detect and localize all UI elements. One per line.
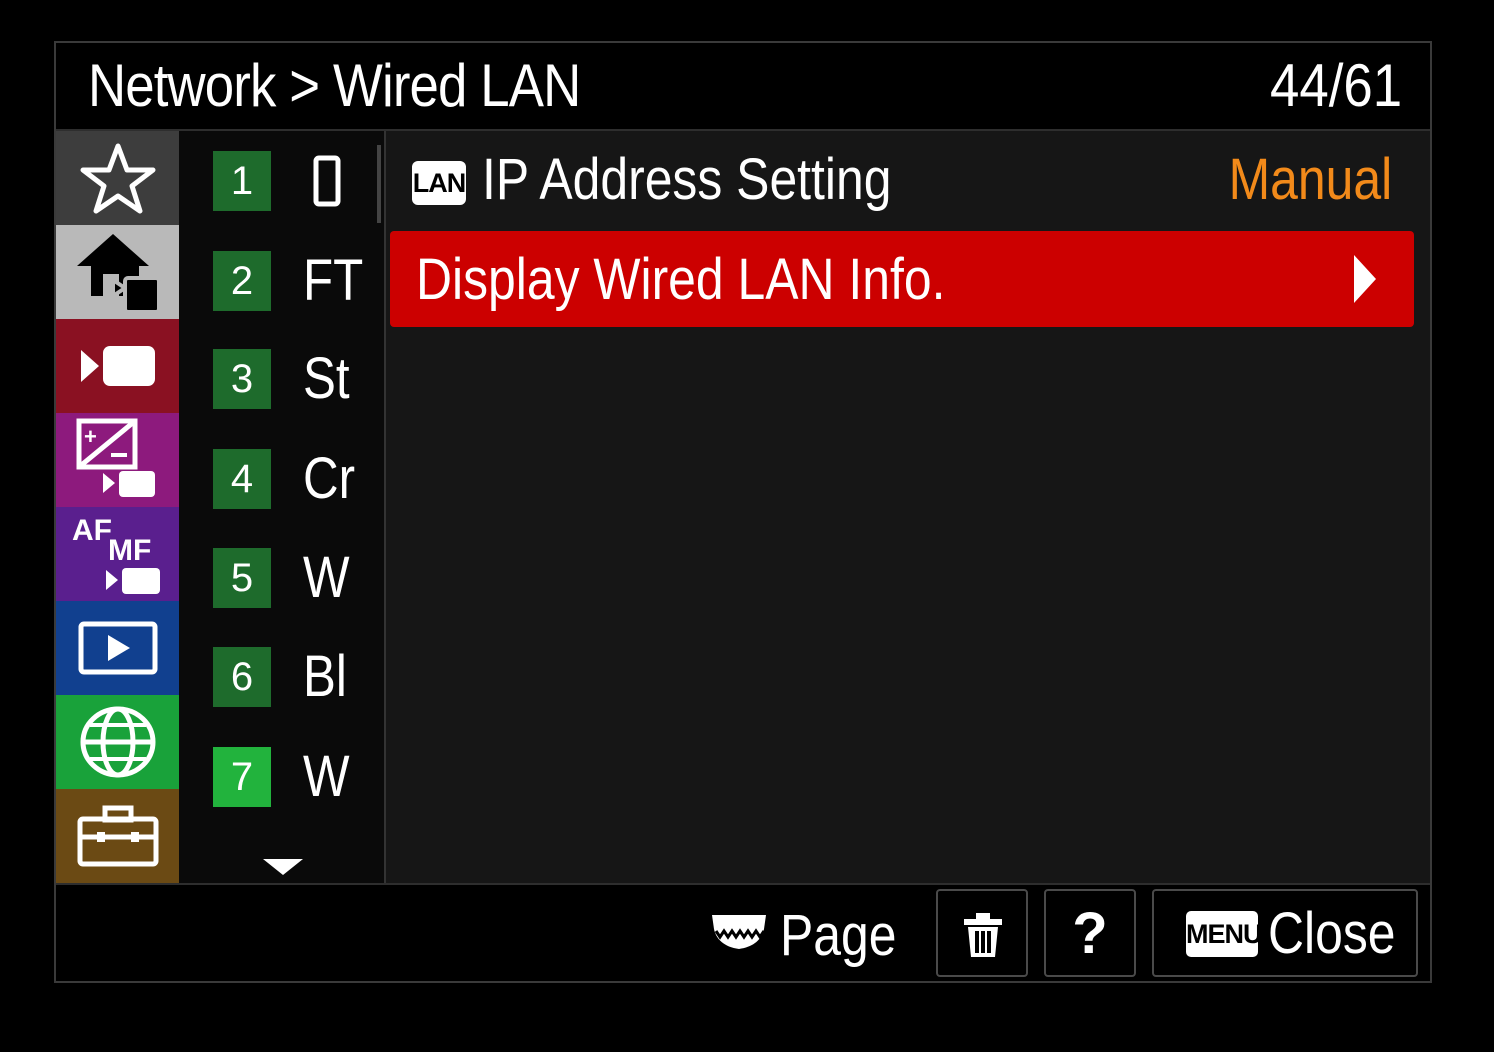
- menu-header: Network > Wired LAN 44/61: [56, 43, 1430, 131]
- category-shooting[interactable]: [56, 319, 179, 413]
- svg-text:MF: MF: [108, 534, 151, 567]
- globe-network-icon: [80, 706, 155, 778]
- page-abbreviation: Bl: [303, 644, 347, 709]
- page-number: 6: [213, 647, 271, 707]
- page-number: 4: [213, 449, 271, 509]
- page-number: 5: [213, 548, 271, 608]
- delete-button[interactable]: [936, 889, 1028, 977]
- menu-items-panel: LAN IP Address Setting Manual Display Wi…: [386, 131, 1430, 883]
- page-tab-3[interactable]: 3 St: [213, 346, 373, 411]
- svg-text:AF: AF: [72, 514, 112, 547]
- category-network[interactable]: [56, 695, 179, 789]
- exposure-movie-icon: +: [76, 418, 155, 497]
- page-tab-5[interactable]: 5 W: [213, 545, 373, 610]
- page-tab-7[interactable]: 7 W: [213, 744, 373, 809]
- page-counter: 44/61: [1269, 52, 1402, 119]
- page-number: 2: [213, 251, 271, 311]
- toolbox-icon: [77, 805, 158, 867]
- breadcrumb: Network > Wired LAN: [88, 52, 581, 119]
- category-main[interactable]: [56, 225, 179, 319]
- page-tab-4[interactable]: 4 Cr: [213, 446, 373, 511]
- page-hint-label: Page: [780, 903, 897, 968]
- help-button[interactable]: ?: [1044, 889, 1136, 977]
- scrollbar[interactable]: [377, 145, 381, 223]
- page-tab-6[interactable]: 6 Bl: [213, 644, 373, 709]
- category-my-menu[interactable]: [56, 131, 179, 225]
- category-tabs: + AF MF: [56, 131, 179, 883]
- page-abbreviation: FT: [303, 248, 364, 313]
- menu-item-ip-address-setting[interactable]: LAN IP Address Setting Manual: [390, 133, 1414, 229]
- movie-camera-icon: [80, 346, 155, 386]
- page-tab-2[interactable]: 2 FT: [213, 248, 373, 313]
- menu-item-label: IP Address Setting: [482, 147, 892, 212]
- category-exposure-color[interactable]: +: [56, 413, 179, 507]
- dial-icon: [712, 915, 766, 949]
- menu-key-icon: MENU: [1186, 911, 1263, 957]
- menu-item-label: Display Wired LAN Info.: [416, 247, 946, 312]
- page-tab-1[interactable]: 1: [213, 151, 373, 211]
- menu-footer: Page ? MENU Close: [56, 883, 1430, 983]
- category-setup[interactable]: [56, 789, 179, 883]
- home-movie-icon: [76, 234, 161, 314]
- lan-icon: LAN: [412, 161, 466, 205]
- close-button[interactable]: MENU Close: [1152, 889, 1418, 977]
- page-number: 1: [213, 151, 271, 211]
- page-abbreviation: St: [303, 346, 350, 411]
- page-number: 3: [213, 349, 271, 409]
- menu-item-value: Manual: [1228, 147, 1392, 212]
- close-label: Close: [1268, 901, 1396, 966]
- category-playback[interactable]: [56, 601, 179, 695]
- page-number: 7: [213, 747, 271, 807]
- smartphone-icon: [313, 155, 341, 207]
- playback-icon: [78, 621, 157, 675]
- menu-item-display-wired-lan-info[interactable]: Display Wired LAN Info.: [390, 231, 1414, 327]
- scroll-down-icon[interactable]: [263, 859, 303, 875]
- camera-menu-screen: Network > Wired LAN 44/61 + AF MF 1 2 FT…: [54, 41, 1432, 983]
- af-mf-movie-icon: AF MF: [72, 514, 160, 594]
- chevron-right-icon: [1354, 255, 1376, 303]
- page-abbreviation: W: [303, 744, 350, 809]
- category-focus[interactable]: AF MF: [56, 507, 179, 601]
- page-abbreviation: W: [303, 545, 350, 610]
- page-abbreviation: Cr: [303, 446, 356, 511]
- trash-icon: [964, 913, 1002, 957]
- help-icon: ?: [1072, 901, 1108, 966]
- svg-text:+: +: [84, 424, 97, 449]
- star-icon: [80, 143, 155, 214]
- page-index-column: 1 2 FT 3 St 4 Cr 5 W 6 Bl 7 W: [179, 131, 384, 883]
